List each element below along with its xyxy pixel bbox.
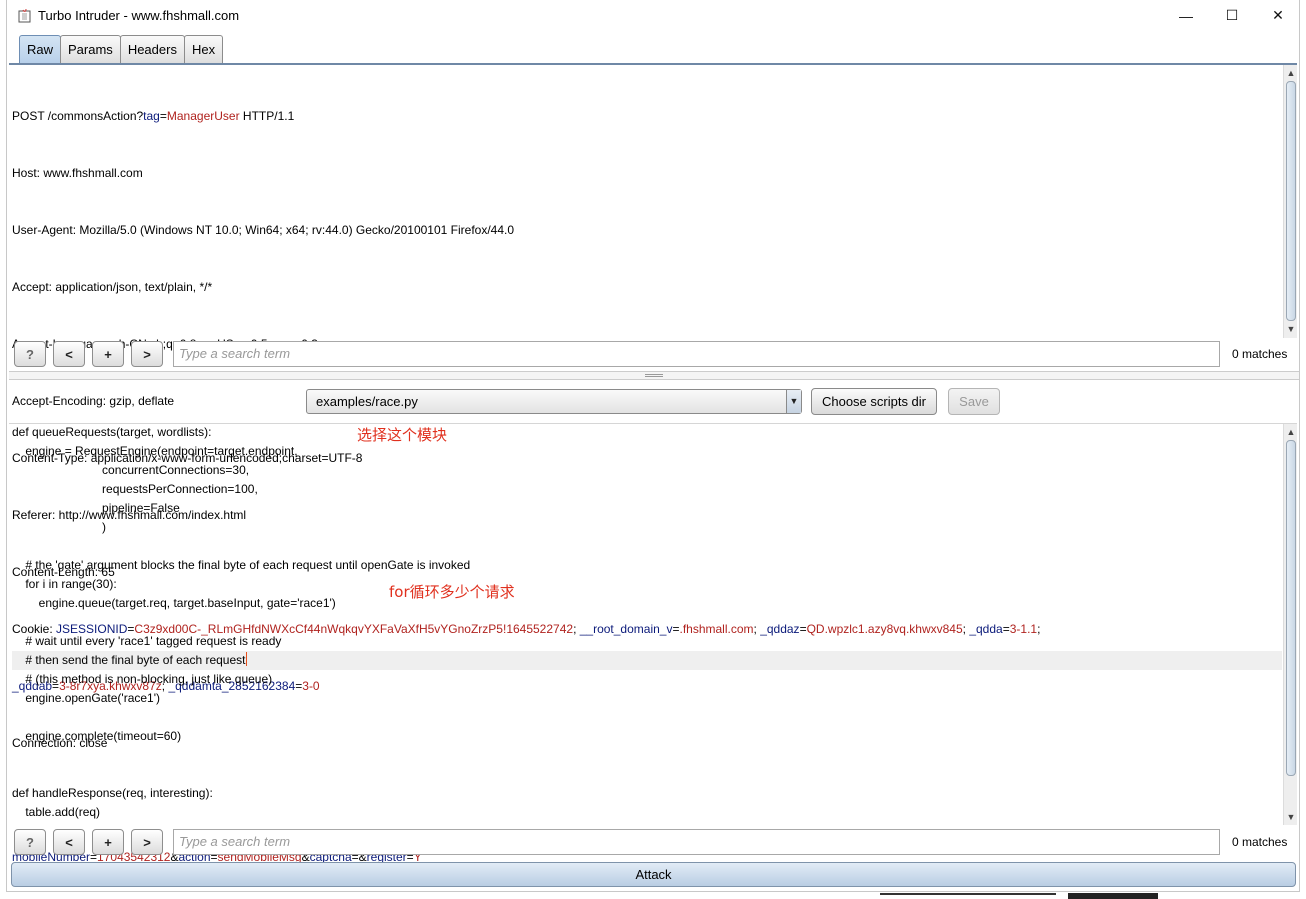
attack-button[interactable]: Attack	[11, 862, 1296, 887]
query-param-value: ManagerUser	[166, 109, 240, 123]
script-code[interactable]: def queueRequests(target, wordlists): en…	[12, 423, 1282, 822]
code-line: )	[12, 520, 107, 534]
java-app-icon	[18, 8, 31, 23]
script-dropdown-value: examples/race.py	[316, 394, 418, 409]
help-button[interactable]: ?	[14, 341, 46, 367]
match-count: 0 matches	[1232, 347, 1288, 361]
close-button[interactable]: ✕	[1255, 0, 1301, 31]
query-param-name: tag	[143, 109, 160, 123]
code-line: def handleResponse(req, interesting):	[12, 786, 213, 800]
divider-grip-icon[interactable]	[645, 374, 663, 377]
code-line: for i in range(30):	[12, 577, 117, 591]
title-bar: Turbo Intruder - www.fhshmall.com — ☐ ✕	[7, 0, 1299, 31]
next-match-button[interactable]: >	[131, 829, 163, 855]
minimize-button[interactable]: —	[1163, 0, 1209, 31]
code-line: # wait until every 'race1' tagged reques…	[12, 634, 282, 648]
script-scrollbar[interactable]: ▲ ▼	[1283, 424, 1297, 825]
scroll-up-arrow[interactable]: ▲	[1284, 426, 1298, 438]
scroll-thumb[interactable]	[1286, 81, 1296, 321]
code-line: # the 'gate' argument blocks the final b…	[12, 558, 471, 572]
scroll-down-arrow[interactable]: ▼	[1284, 811, 1298, 823]
tab-hex[interactable]: Hex	[183, 35, 224, 63]
choose-scripts-dir-button[interactable]: Choose scripts dir	[811, 388, 937, 415]
request-scrollbar[interactable]: ▲ ▼	[1283, 65, 1297, 338]
scroll-up-arrow[interactable]: ▲	[1284, 67, 1298, 79]
tab-params[interactable]: Params	[60, 35, 121, 63]
add-button[interactable]: +	[92, 341, 124, 367]
add-button[interactable]: +	[92, 829, 124, 855]
header-line: User-Agent: Mozilla/5.0 (Windows NT 10.0…	[12, 223, 515, 237]
request-protocol: HTTP/1.1	[239, 109, 295, 123]
scroll-thumb[interactable]	[1286, 440, 1296, 776]
script-search-bar: ? < + > Type a search term 0 matches	[7, 827, 1301, 857]
header-line: Host: www.fhshmall.com	[12, 166, 143, 180]
code-line: engine.complete(timeout=60)	[12, 729, 182, 743]
previous-match-button[interactable]: <	[53, 341, 85, 367]
code-line: table.add(req)	[12, 805, 101, 819]
maximize-button[interactable]: ☐	[1209, 0, 1255, 31]
header-line: Accept: application/json, text/plain, */…	[12, 280, 213, 294]
previous-match-button[interactable]: <	[53, 829, 85, 855]
match-count: 0 matches	[1232, 835, 1288, 849]
help-button[interactable]: ?	[14, 829, 46, 855]
turbo-intruder-window: Turbo Intruder - www.fhshmall.com — ☐ ✕ …	[6, 0, 1300, 892]
request-search-bar: ? < + > Type a search term 0 matches	[7, 339, 1301, 369]
message-tabs: Raw Params Headers Hex	[19, 35, 224, 63]
code-line: concurrentConnections=30,	[12, 463, 250, 477]
search-input[interactable]: Type a search term	[173, 341, 1220, 367]
text-caret	[245, 652, 247, 666]
window-title: Turbo Intruder - www.fhshmall.com	[38, 8, 240, 23]
request-method-path: POST /commonsAction?	[12, 109, 144, 123]
annotation-module: 选择这个模块	[357, 426, 448, 444]
query-param-eq: =	[159, 109, 167, 123]
code-line: def queueRequests(target, wordlists):	[12, 425, 212, 439]
code-line: requestsPerConnection=100,	[12, 482, 258, 496]
annotation-loop: for循环多少个请求	[389, 583, 515, 601]
code-line-current: # then send the final byte of each reque…	[12, 651, 1282, 670]
code-line: engine.queue(target.req, target.baseInpu…	[12, 596, 336, 610]
script-dropdown[interactable]: examples/race.py ▼	[306, 389, 802, 414]
next-match-button[interactable]: >	[131, 341, 163, 367]
scroll-down-arrow[interactable]: ▼	[1284, 323, 1298, 335]
split-pane-divider[interactable]	[9, 371, 1299, 380]
code-line: pipeline=False	[12, 501, 180, 515]
request-line: POST /commonsAction?tag=ManagerUser HTTP…	[12, 107, 1280, 126]
search-input[interactable]: Type a search term	[173, 829, 1220, 855]
chevron-down-icon[interactable]: ▼	[786, 390, 801, 413]
save-button[interactable]: Save	[948, 388, 1000, 415]
tab-raw[interactable]: Raw	[19, 35, 62, 63]
tab-headers[interactable]: Headers	[119, 35, 185, 63]
script-editor[interactable]: def queueRequests(target, wordlists): en…	[9, 423, 1297, 825]
code-line: engine = RequestEngine(endpoint=target.e…	[12, 444, 298, 458]
code-line: # (this method is non-blocking, just lik…	[12, 672, 273, 686]
code-line: engine.openGate('race1')	[12, 691, 161, 705]
request-editor[interactable]: POST /commonsAction?tag=ManagerUser HTTP…	[9, 63, 1297, 864]
